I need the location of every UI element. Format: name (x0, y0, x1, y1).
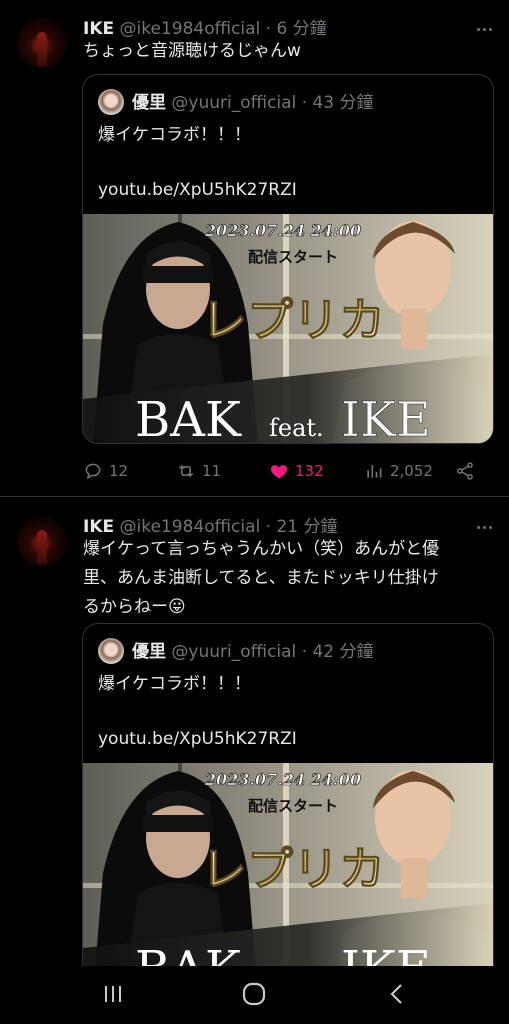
share-button[interactable] (455, 458, 475, 484)
more-dots-icon[interactable] (475, 514, 495, 534)
tweet-text: 爆イケって言っちゃうんかい（笑）あんがと優 里、あんま油断してると、またドッキリ… (83, 535, 493, 622)
quote-author-handle: @yuuri_official (171, 642, 297, 662)
retweet-count: 11 (202, 462, 222, 480)
share-icon (457, 462, 473, 480)
quote-author-name: 優里 (132, 642, 166, 662)
media-date: 2023.07.24 24:00 (204, 770, 361, 789)
tweet[interactable]: IKE @ike1984official · 21 分鐘 爆イケって言っちゃうん… (0, 498, 509, 969)
quote-link[interactable]: youtu.be/XpU5hK27RZI (98, 175, 297, 205)
tweet-header: IKE @ike1984official · 21 分鐘 (83, 512, 338, 537)
heart-filled-icon (270, 465, 288, 479)
tweet-text: ちょっと音源聴けるじゃんw (83, 41, 301, 61)
quote-text: 爆イケコラボ！！！ (98, 674, 251, 694)
media-date: 2023.07.24 24:00 (204, 221, 361, 240)
media-thumbnail[interactable]: 2023.07.24 24:00 配信スタート レプリカ BAK IKE (83, 763, 493, 969)
media-artist-right: IKE (341, 392, 431, 444)
retweet-button[interactable]: 11 (176, 458, 221, 484)
media-title: レプリカ (201, 842, 385, 896)
tweet-actions: 12 11 132 2,052 (83, 458, 493, 484)
media-thumbnail[interactable]: 2023.07.24 24:00 配信スタート レプリカ BAK feat. I… (83, 214, 493, 444)
tweet-header: IKE @ike1984official · 6 分鐘 (83, 14, 327, 39)
quote-header: 優里 @yuuri_official · 42 分鐘 (132, 637, 374, 662)
quote-avatar (98, 638, 124, 664)
retweet-icon (178, 464, 194, 478)
like-count: 132 (295, 462, 324, 480)
reply-icon (85, 463, 101, 480)
tweet-divider (0, 496, 509, 497)
media-subtitle: 配信スタート (248, 797, 338, 815)
system-navigation-bar (0, 966, 509, 1024)
like-button[interactable]: 132 (269, 458, 324, 484)
more-dots-icon[interactable] (475, 16, 495, 36)
media-artist-left: BAK (135, 941, 242, 969)
reply-button[interactable]: 12 (83, 458, 128, 484)
quote-header: 優里 @yuuri_official · 43 分鐘 (132, 88, 374, 113)
media-artist-right: IKE (341, 941, 431, 969)
quote-time: · 43 分鐘 (301, 93, 374, 113)
quote-link[interactable]: youtu.be/XpU5hK27RZI (98, 724, 297, 754)
avatar[interactable] (17, 516, 67, 566)
author-handle[interactable]: @ike1984official (120, 19, 261, 39)
quote-time: · 42 分鐘 (301, 642, 374, 662)
author-name[interactable]: IKE (83, 517, 114, 537)
quote-author-name: 優里 (132, 93, 166, 113)
home-circle-icon[interactable] (241, 981, 267, 1007)
media-artist-left: BAK (135, 392, 242, 444)
views-count: 2,052 (390, 462, 433, 480)
quote-text: 爆イケコラボ！！！ (98, 125, 251, 145)
back-chevron-icon[interactable] (384, 981, 410, 1007)
author-handle[interactable]: @ike1984official (120, 517, 261, 537)
tweet-time[interactable]: · 21 分鐘 (266, 517, 338, 537)
media-title: レプリカ (201, 293, 385, 347)
media-subtitle: 配信スタート (248, 248, 338, 266)
tweet-text-line: 里、あんま油断してると、またドッキリ仕掛け (83, 568, 439, 588)
views-button[interactable]: 2,052 (364, 458, 433, 484)
tweet[interactable]: IKE @ike1984official · 6 分鐘 ちょっと音源聴けるじゃん… (0, 0, 509, 496)
avatar[interactable] (17, 18, 67, 68)
quoted-tweet[interactable]: 優里 @yuuri_official · 43 分鐘 爆イケコラボ！！！ you… (82, 74, 494, 444)
views-icon (367, 465, 382, 478)
tweet-text-line: 爆イケって言っちゃうんかい（笑）あんがと優 (83, 539, 440, 559)
recent-apps-icon[interactable] (100, 981, 126, 1007)
quoted-tweet[interactable]: 優里 @yuuri_official · 42 分鐘 爆イケコラボ！！！ you… (82, 623, 494, 969)
quote-avatar (98, 89, 124, 115)
tweet-text-line: るからねー😛 (83, 597, 186, 617)
author-name[interactable]: IKE (83, 19, 114, 39)
media-feat: feat. (269, 414, 324, 442)
tweet-time[interactable]: · 6 分鐘 (266, 19, 327, 39)
reply-count: 12 (109, 462, 129, 480)
quote-author-handle: @yuuri_official (171, 93, 297, 113)
